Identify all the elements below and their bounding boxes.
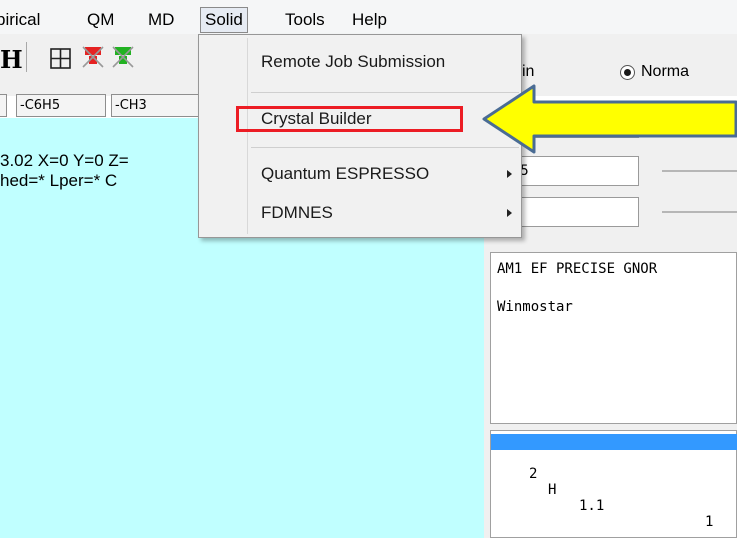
menu-empirical[interactable]: pirical — [0, 7, 44, 33]
normal-radio-label: Norma — [641, 63, 690, 80]
solid-dropdown-menu: Remote Job Submission Crystal Builder Qu… — [198, 34, 522, 238]
menu-tools[interactable]: Tools — [281, 7, 329, 33]
row-element: C — [548, 466, 557, 482]
menu-item-fdmnes[interactable]: FDMNES — [261, 200, 333, 226]
slider-1[interactable] — [662, 170, 737, 172]
option-partial-label: in — [522, 63, 535, 80]
menu-md[interactable]: MD — [144, 7, 178, 33]
menu-solid[interactable]: Solid — [200, 7, 248, 33]
row-index: 2 — [529, 466, 538, 482]
add-fragment-icon[interactable] — [110, 44, 136, 70]
delete-atom-icon[interactable] — [80, 44, 106, 70]
yellow-arrow-icon — [482, 84, 737, 154]
menu-help[interactable]: Help — [348, 7, 391, 33]
row-value: 0 — [579, 482, 588, 498]
slider-2[interactable] — [662, 211, 737, 213]
row-flag: 1 — [705, 514, 714, 530]
menu-item-remote-job-submission[interactable]: Remote Job Submission — [261, 49, 445, 75]
menu-gutter-divider — [247, 38, 248, 234]
toolbar-separator — [26, 42, 27, 72]
row-element: H — [548, 482, 557, 498]
submenu-arrow-icon — [507, 209, 512, 217]
fragment-button-partial[interactable] — [0, 94, 7, 117]
coordinate-status: 3.02 X=0 Y=0 Z= — [0, 151, 129, 170]
menu-bar: pirical QM MD Solid Tools Help — [0, 0, 737, 34]
table-row[interactable]: 1 C 0 1 — [491, 434, 737, 514]
title-line: Winmostar — [497, 299, 573, 315]
menu-item-quantum-espresso[interactable]: Quantum ESPRESSO — [261, 161, 429, 187]
row-flag: 1 — [705, 498, 714, 514]
highlight-box-annotation — [236, 106, 463, 132]
atom-table[interactable]: 1 C 0 1 2 H 1.1 1 — [490, 430, 737, 538]
table-row[interactable]: 2 H 1.1 1 — [491, 450, 737, 530]
fragment-button-ch3[interactable]: -CH3 — [111, 94, 206, 117]
fragment-button-c6h5[interactable]: -C6H5 — [16, 94, 106, 117]
grid-icon[interactable] — [49, 47, 72, 70]
parameter-status: hed=* Lper=* C — [0, 171, 118, 190]
normal-radio[interactable] — [620, 65, 635, 80]
hydrogen-tool-icon[interactable]: H — [0, 45, 23, 74]
keywords-textarea[interactable]: AM1 EF PRECISE GNOR Winmostar — [490, 252, 737, 424]
submenu-arrow-icon — [507, 170, 512, 178]
row-value: 1.1 — [579, 498, 605, 514]
keywords-line: AM1 EF PRECISE GNOR — [497, 261, 658, 277]
menu-qm[interactable]: QM — [83, 7, 118, 33]
